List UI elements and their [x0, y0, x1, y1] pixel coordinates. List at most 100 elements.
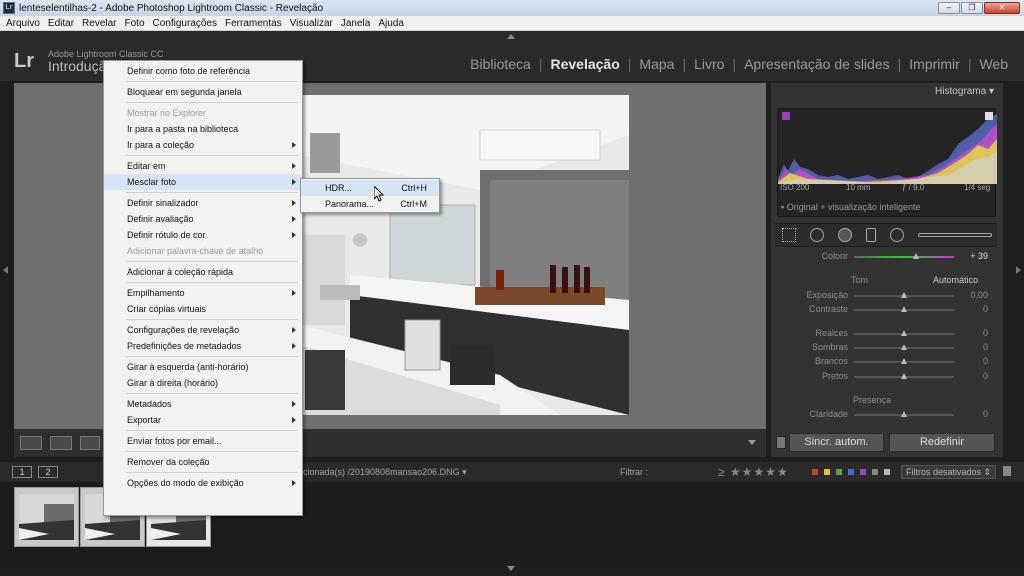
module-biblioteca[interactable]: Biblioteca — [462, 56, 539, 72]
module-apresentacao[interactable]: Apresentação de slides — [736, 56, 898, 72]
context-menu-item: Mostrar no Explorer — [104, 105, 302, 121]
auto-sync-button[interactable]: Sincr. autom. — [789, 433, 884, 452]
rating-filter[interactable]: ≥ ★★★★★ — [718, 465, 789, 479]
collapse-right-panel-icon[interactable] — [1016, 266, 1021, 274]
filter-presets-dropdown[interactable]: Filtros desativados ⇕ — [901, 465, 996, 479]
context-menu-item[interactable]: Predefinições de metadados — [104, 338, 302, 354]
before-after-button[interactable] — [80, 436, 100, 450]
module-livro[interactable]: Livro — [686, 56, 732, 72]
submenu-arrow-icon — [292, 343, 296, 349]
tone-slider-knob[interactable] — [901, 330, 907, 336]
submenu-hdr[interactable]: HDR... Ctrl+H — [301, 180, 439, 196]
submenu-arrow-icon — [292, 163, 296, 169]
submenu-panorama[interactable]: Panorama... Ctrl+M — [301, 196, 439, 212]
color-label-swatch[interactable] — [824, 469, 830, 475]
crop-icon[interactable] — [782, 228, 796, 242]
context-menu-item[interactable]: Empilhamento — [104, 285, 302, 301]
colorir-knob[interactable] — [913, 253, 919, 259]
compare-view-button[interactable] — [50, 436, 72, 450]
lock-icon[interactable] — [1003, 466, 1011, 476]
menu-revelar[interactable]: Revelar — [78, 18, 120, 29]
primary-window-button[interactable]: 1 — [12, 466, 32, 478]
menu-foto[interactable]: Foto — [121, 18, 149, 29]
context-menu-item[interactable]: Girar à esquerda (anti-horário) — [104, 359, 302, 375]
context-menu-item[interactable]: Ir para a pasta na biblioteca — [104, 121, 302, 137]
context-menu-item[interactable]: Definir sinalizador — [104, 195, 302, 211]
claridade-value: 0 — [982, 409, 988, 419]
filmstrip-source-path[interactable]: cionada(s) /20190808mansao206.DNG ▾ — [303, 467, 467, 478]
module-imprimir[interactable]: Imprimir — [901, 56, 968, 72]
menu-ferramentas[interactable]: Ferramentas — [221, 18, 286, 29]
context-menu-item[interactable]: Mesclar foto — [104, 174, 302, 190]
menu-janela[interactable]: Janela — [337, 18, 374, 29]
color-label-swatch[interactable] — [836, 469, 842, 475]
module-revelacao[interactable]: Revelação — [542, 56, 627, 72]
collapse-top-panel-icon[interactable] — [507, 34, 515, 39]
context-menu-item[interactable]: Definir como foto de referência — [104, 63, 302, 79]
context-menu-item[interactable]: Exportar — [104, 412, 302, 428]
loupe-view-button[interactable] — [20, 436, 42, 450]
context-menu-item[interactable]: Metadados — [104, 396, 302, 412]
collapse-left-panel-icon[interactable] — [3, 266, 8, 274]
auto-tone-button[interactable]: Automático — [933, 275, 978, 285]
secondary-window-button[interactable]: 2 — [38, 466, 58, 478]
color-label-swatch[interactable] — [812, 469, 818, 475]
tone-slider-knob[interactable] — [901, 373, 907, 379]
submenu-arrow-icon — [292, 290, 296, 296]
histogram[interactable] — [777, 108, 997, 217]
context-menu-item[interactable]: Configurações de revelação — [104, 322, 302, 338]
tone-slider-knob[interactable] — [901, 306, 907, 312]
tone-slider-knob[interactable] — [901, 292, 907, 298]
context-menu-item[interactable]: Definir avaliação — [104, 211, 302, 227]
context-menu-item[interactable]: Opções do modo de exibição — [104, 475, 302, 491]
collapse-filmstrip-icon[interactable] — [507, 566, 515, 571]
context-menu-item-label: Bloquear em segunda janela — [127, 87, 242, 97]
menu-separator — [126, 356, 298, 357]
adjustment-brush-icon[interactable] — [918, 233, 992, 237]
colorir-slider[interactable] — [854, 256, 954, 258]
module-web[interactable]: Web — [971, 56, 1016, 72]
submenu-panorama-label: Panorama... — [325, 199, 375, 209]
kitchen-photo[interactable] — [300, 95, 629, 415]
sync-toggle[interactable] — [776, 436, 786, 449]
filmstrip-thumbnail[interactable] — [14, 487, 79, 547]
graduated-filter-icon[interactable] — [866, 228, 876, 242]
context-menu-item[interactable]: Definir rótulo de cor — [104, 227, 302, 243]
color-label-swatch[interactable] — [884, 469, 890, 475]
tone-slider-knob[interactable] — [901, 344, 907, 350]
menu-visualizar[interactable]: Visualizar — [286, 18, 337, 29]
color-label-swatch[interactable] — [860, 469, 866, 475]
tone-slider-knob[interactable] — [901, 358, 907, 364]
context-menu-item-label: Ir para a pasta na biblioteca — [127, 124, 239, 134]
spot-removal-icon[interactable] — [810, 228, 824, 242]
radial-filter-icon[interactable] — [890, 228, 904, 242]
context-menu-item-label: Adicionar à coleção rápida — [127, 267, 234, 277]
claridade-knob[interactable] — [901, 411, 907, 417]
module-mapa[interactable]: Mapa — [631, 56, 682, 72]
color-label-swatch[interactable] — [872, 469, 878, 475]
menu-ajuda[interactable]: Ajuda — [374, 18, 408, 29]
red-eye-icon[interactable] — [838, 228, 852, 242]
context-menu-item[interactable]: Criar cópias virtuais — [104, 301, 302, 317]
minimize-button[interactable]: – — [938, 2, 960, 14]
reset-button[interactable]: Redefinir — [889, 433, 995, 452]
context-menu-item[interactable]: Editar em — [104, 158, 302, 174]
context-menu-item[interactable]: Girar à direita (horário) — [104, 375, 302, 391]
tone-slider-label: Sombras — [811, 342, 848, 352]
menu-arquivo[interactable]: Arquivo — [2, 18, 44, 29]
context-menu-item[interactable]: Adicionar à coleção rápida — [104, 264, 302, 280]
close-button[interactable]: ✕ — [984, 2, 1020, 14]
menu-editar[interactable]: Editar — [44, 18, 78, 29]
context-menu-item[interactable]: Bloquear em segunda janela — [104, 84, 302, 100]
histogram-title[interactable]: Histograma ▾ — [770, 86, 994, 97]
color-label-swatch[interactable] — [848, 469, 854, 475]
menu-configuracoes[interactable]: Configurações — [149, 18, 221, 29]
maximize-button[interactable]: ❐ — [961, 2, 983, 14]
context-menu-item-label: Definir rótulo de cor — [127, 230, 206, 240]
context-menu-item[interactable]: Remover da coleção — [104, 454, 302, 470]
context-menu-item[interactable]: Ir para a coleção — [104, 137, 302, 153]
toolbar-menu-icon[interactable] — [748, 440, 756, 445]
context-menu-item-label: Exportar — [127, 415, 162, 425]
photo-context-menu: Definir como foto de referência Bloquear … — [103, 60, 303, 516]
context-menu-item[interactable]: Enviar fotos por email... — [104, 433, 302, 449]
